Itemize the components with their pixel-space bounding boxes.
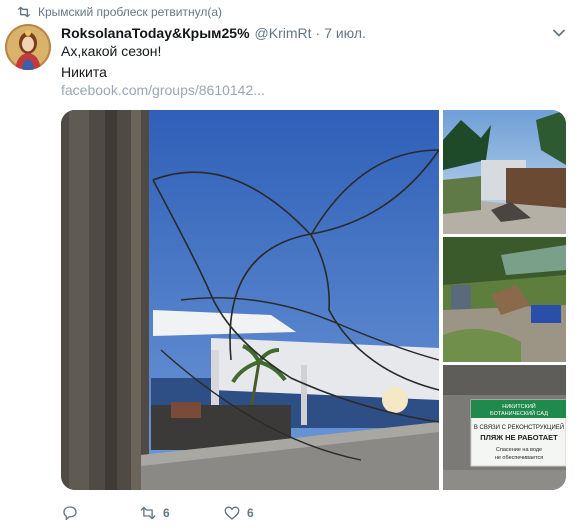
photo-top-right[interactable] — [443, 110, 566, 234]
like-count: 6 — [247, 506, 254, 520]
reply-icon — [63, 506, 77, 521]
photo-middle-right[interactable] — [443, 237, 566, 362]
media-grid: НИКИТСКИЙ БОТАНИЧЕСКИЙ САД В СВЯЗИ С РЕК… — [61, 110, 566, 490]
sign-org-line1: НИКИТСКИЙ — [502, 402, 536, 410]
retweet-button[interactable]: 6 — [139, 504, 223, 522]
sign-org-line2: БОТАНИЧЕСКИЙ САД — [490, 409, 548, 417]
sign-line2: ПЛЯЖ НЕ РАБОТАЕТ — [480, 433, 558, 442]
retweet-context-label: Крымский проблеск ретвитнул(а) — [38, 5, 223, 19]
retweet-context[interactable]: Крымский проблеск ретвитнул(а) — [18, 4, 223, 20]
reply-button[interactable] — [61, 504, 139, 522]
display-name[interactable]: RoksolanaToday&Крым25% — [61, 25, 250, 41]
chevron-down-icon[interactable] — [552, 26, 566, 40]
tweet-header: RoksolanaToday&Крым25% @KrimRt · 7 июл. — [61, 24, 366, 42]
heart-icon — [224, 506, 240, 520]
tweet-actions: 6 6 — [61, 503, 307, 523]
retweet-count: 6 — [163, 506, 170, 520]
retweet-icon — [18, 6, 30, 18]
tweet-text-line-2: Никита — [61, 64, 107, 80]
sign-line1: В СВЯЗИ С РЕКОНСТРУКЦИЕЙ — [474, 423, 564, 431]
retweet-icon — [140, 506, 156, 520]
sign-line3: Спасение на воде — [496, 447, 542, 453]
tweet-date[interactable]: 7 июл. — [324, 25, 366, 41]
tweet-link[interactable]: facebook.com/groups/8610142... — [61, 82, 265, 98]
user-handle[interactable]: @KrimRt — [255, 25, 312, 41]
photo-main[interactable] — [61, 110, 440, 490]
tweet-text-line-1: Ах,какой сезон! — [61, 43, 162, 59]
like-button[interactable]: 6 — [223, 504, 307, 522]
sign-line4: не обеспечивается — [495, 455, 543, 461]
photo-bottom-right[interactable]: НИКИТСКИЙ БОТАНИЧЕСКИЙ САД В СВЯЗИ С РЕК… — [443, 365, 566, 490]
header-separator: · — [315, 25, 321, 41]
avatar[interactable] — [5, 24, 51, 70]
